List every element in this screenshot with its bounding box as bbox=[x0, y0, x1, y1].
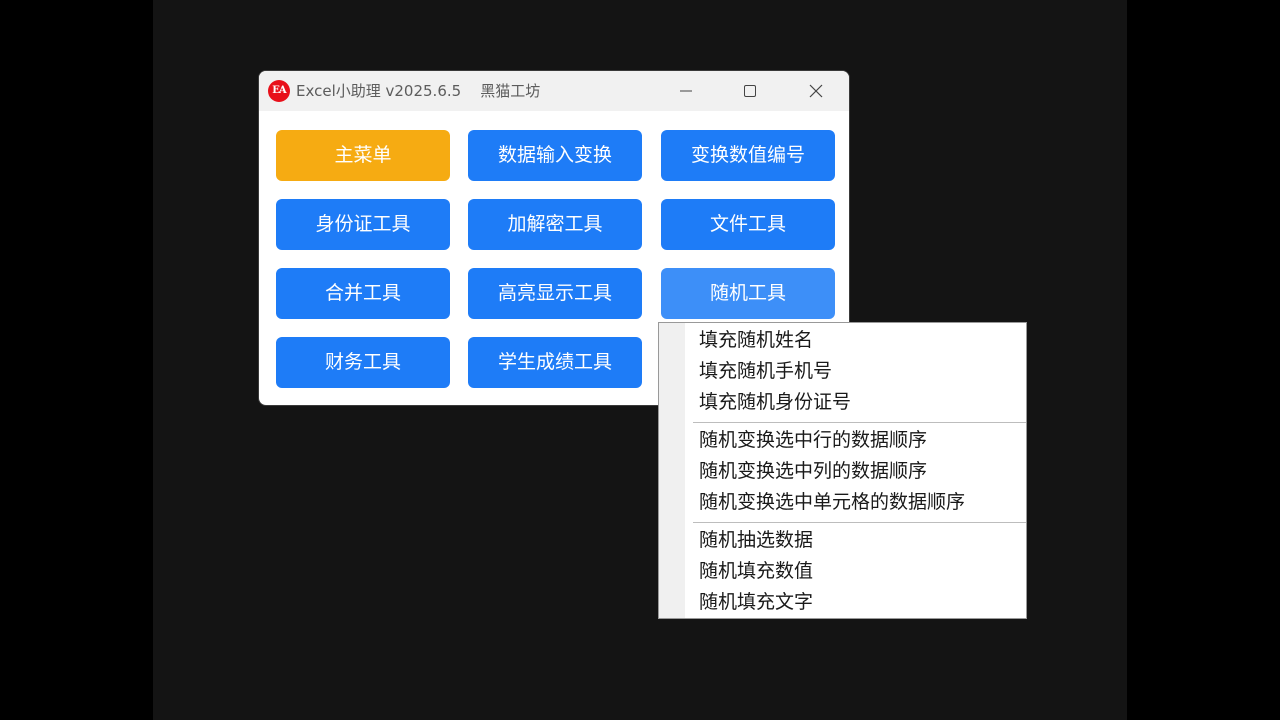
app-logo: EA bbox=[268, 80, 290, 102]
minimize-button[interactable] bbox=[663, 71, 709, 111]
transform-number-code-button[interactable]: 变换数值编号 bbox=[661, 130, 835, 181]
maximize-icon bbox=[744, 85, 756, 97]
menu-icon-gutter bbox=[659, 323, 685, 618]
menu-item-fill-random-id-number[interactable]: 填充随机身份证号 bbox=[699, 387, 851, 417]
main-menu-button[interactable]: 主菜单 bbox=[276, 130, 450, 181]
menu-item-shuffle-columns[interactable]: 随机变换选中列的数据顺序 bbox=[699, 456, 927, 486]
minimize-icon bbox=[680, 90, 692, 92]
student-score-tools-button[interactable]: 学生成绩工具 bbox=[468, 337, 642, 388]
encrypt-decrypt-tools-button[interactable]: 加解密工具 bbox=[468, 199, 642, 250]
title-bar[interactable]: EA Excel小助理 v2025.6.5 黑猫工坊 bbox=[259, 71, 849, 111]
close-icon bbox=[809, 84, 823, 98]
menu-item-random-fill-text[interactable]: 随机填充文字 bbox=[699, 587, 813, 617]
random-tools-menu: 填充随机姓名 填充随机手机号 填充随机身份证号 随机变换选中行的数据顺序 随机变… bbox=[658, 322, 1027, 619]
menu-item-fill-random-phone[interactable]: 填充随机手机号 bbox=[699, 356, 832, 386]
menu-item-fill-random-name[interactable]: 填充随机姓名 bbox=[699, 325, 813, 355]
merge-tools-button[interactable]: 合并工具 bbox=[276, 268, 450, 319]
highlight-tools-button[interactable]: 高亮显示工具 bbox=[468, 268, 642, 319]
id-card-tools-button[interactable]: 身份证工具 bbox=[276, 199, 450, 250]
finance-tools-button[interactable]: 财务工具 bbox=[276, 337, 450, 388]
maximize-button[interactable] bbox=[727, 71, 773, 111]
data-input-transform-button[interactable]: 数据输入变换 bbox=[468, 130, 642, 181]
menu-item-shuffle-rows[interactable]: 随机变换选中行的数据顺序 bbox=[699, 425, 927, 455]
menu-separator bbox=[693, 522, 1026, 523]
random-tools-button[interactable]: 随机工具 bbox=[661, 268, 835, 319]
menu-separator bbox=[693, 422, 1026, 423]
close-button[interactable] bbox=[793, 71, 839, 111]
file-tools-button[interactable]: 文件工具 bbox=[661, 199, 835, 250]
menu-item-shuffle-cells[interactable]: 随机变换选中单元格的数据顺序 bbox=[699, 487, 965, 517]
menu-item-random-fill-number[interactable]: 随机填充数值 bbox=[699, 556, 813, 586]
menu-item-random-sample[interactable]: 随机抽选数据 bbox=[699, 525, 813, 555]
window-title: Excel小助理 v2025.6.5 黑猫工坊 bbox=[296, 82, 541, 100]
